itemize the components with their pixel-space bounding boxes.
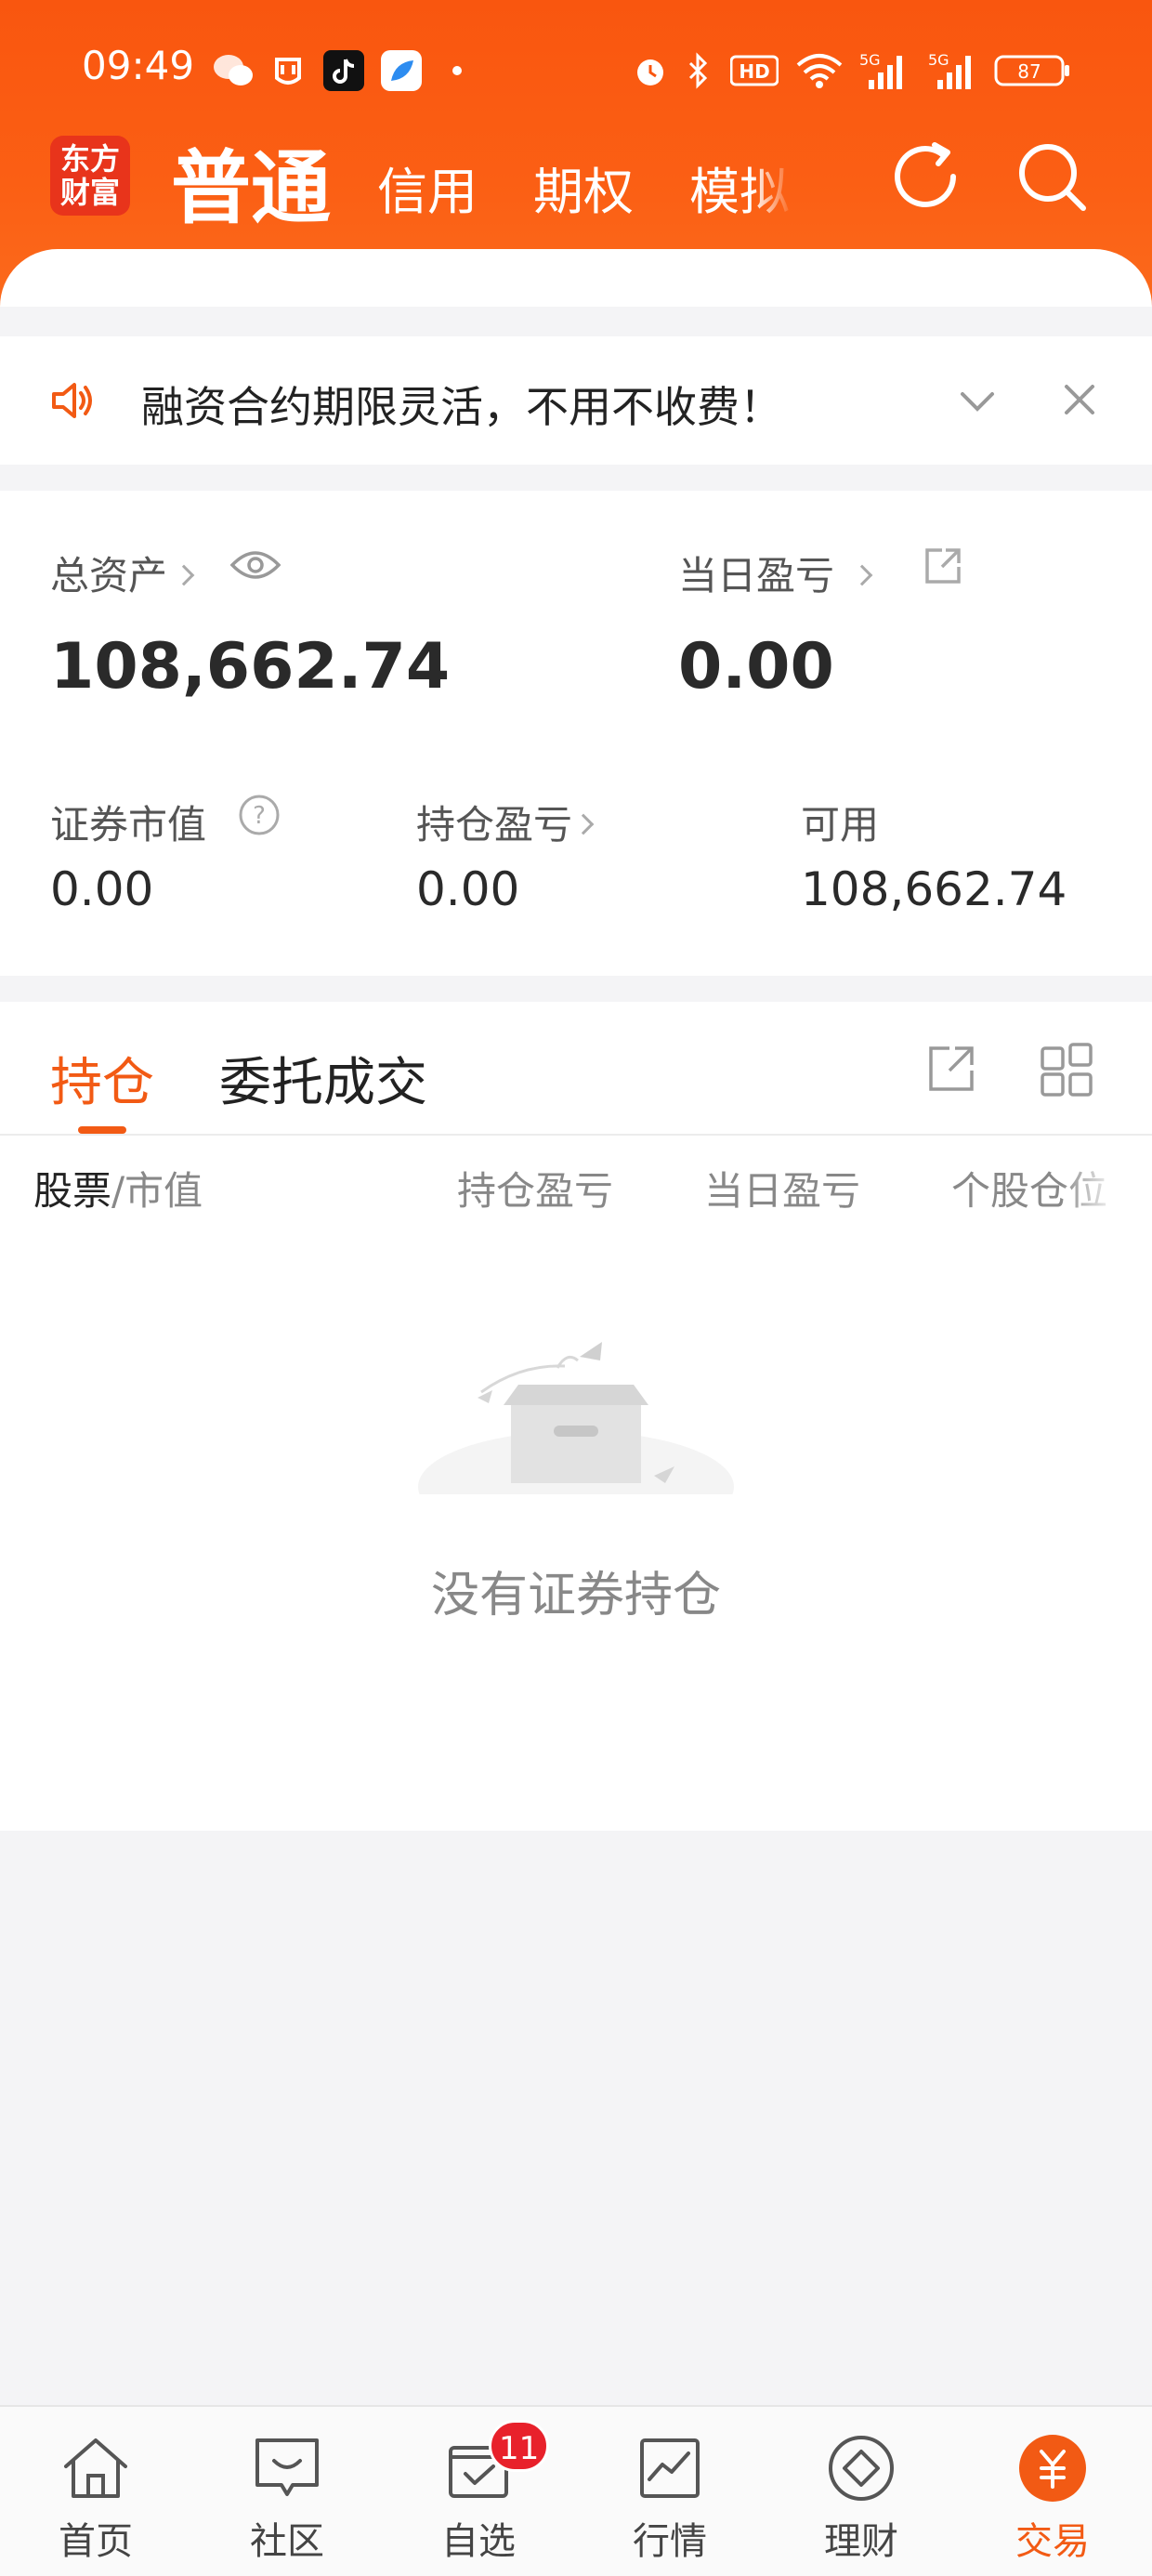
nav-item-home[interactable]: 首页 (0, 2407, 191, 2576)
account-type-nav: 东方 财富 普通 信用 期权 模拟 (0, 130, 1152, 235)
daily-pl-label-text: 当日盈亏 (678, 553, 835, 598)
chart-icon (633, 2431, 707, 2505)
eye-icon[interactable] (229, 546, 282, 587)
market-value-label: 证券市值 (50, 802, 207, 848)
available-value: 108,662.74 (801, 862, 1067, 916)
nav-label-market: 行情 (633, 2520, 707, 2563)
watchlist-badge: 11 (489, 2420, 550, 2472)
tab-positions[interactable]: 持仓 (50, 1041, 154, 1116)
position-pl-value: 0.00 (416, 862, 520, 916)
nav-item-watchlist[interactable]: 11 自选 (383, 2407, 574, 2576)
battery-level: 87 (1017, 60, 1041, 83)
nav-label-community: 社区 (250, 2520, 324, 2563)
tab-simulation[interactable]: 模拟 (689, 151, 793, 224)
market-value: 0.00 (50, 862, 154, 916)
home-icon (59, 2431, 133, 2505)
nav-item-community[interactable]: 社区 (191, 2407, 383, 2576)
logo-line-2: 财富 (59, 175, 120, 210)
asset-summary-card: 总资产 108,662.74 当日盈亏 0.00 证券市值 ? 0.00 持仓盈… (0, 491, 1152, 976)
daily-pl-value: 0.00 (678, 630, 834, 703)
total-assets-value: 108,662.74 (50, 630, 451, 703)
alarm-icon (630, 50, 671, 91)
nav-label-watchlist: 自选 (441, 2520, 516, 2563)
chevron-down-icon[interactable] (957, 383, 998, 424)
column-header-stock: 股票/市值 (33, 1160, 203, 1216)
notice-text[interactable]: 融资合约期限灵活，不用不收费！ (141, 374, 782, 435)
share-icon[interactable] (922, 545, 964, 591)
column-header-position-pct[interactable]: 个股仓位 (951, 1160, 1119, 1216)
empty-box-illustration (409, 1327, 743, 1543)
available-label: 可用 (801, 802, 880, 848)
app-logo: 东方 财富 (50, 136, 130, 216)
search-icon[interactable] (1015, 139, 1091, 216)
tab-normal[interactable]: 普通 (171, 123, 331, 239)
refresh-icon[interactable] (888, 139, 964, 216)
app-icon (381, 50, 422, 91)
close-icon[interactable] (1061, 381, 1098, 422)
chevron-right-icon (851, 564, 873, 585)
daily-pl-label[interactable]: 当日盈亏 (678, 545, 873, 601)
signal-5g-icon: 5G (925, 50, 979, 91)
chevron-right-icon (572, 813, 595, 835)
trade-icon (1015, 2431, 1090, 2505)
tiktok-icon (323, 50, 364, 91)
position-pl-label-text: 持仓盈亏 (416, 802, 573, 848)
nav-label-home: 首页 (59, 2520, 133, 2563)
grid-menu-icon[interactable] (1039, 1043, 1094, 1102)
active-tab-indicator (78, 1126, 126, 1134)
status-time: 09:49 (82, 43, 195, 88)
help-icon[interactable]: ? (238, 794, 281, 840)
nav-item-market[interactable]: 行情 (574, 2407, 766, 2576)
app-header: 09:49 HD 5G 5G 87 东方 财富 普通 信用 期权 模拟 (0, 0, 1152, 307)
battery-icon: 87 (994, 50, 1070, 91)
logo-line-1: 东方 (59, 141, 120, 177)
holdings-panel: 持仓 委托成交 股票/市值 持仓盈亏 当日盈亏 个股仓位 没有证券持仓 (0, 1002, 1152, 1831)
promo-notice-bar[interactable]: 融资合约期限灵活，不用不收费！ (0, 336, 1152, 465)
hd-icon: HD (728, 50, 780, 91)
svg-text:?: ? (253, 802, 266, 830)
column-stock-text: 股票 (33, 1168, 112, 1214)
column-market-value-text: /市值 (111, 1168, 203, 1214)
notification-icon (269, 50, 307, 91)
chevron-right-icon (173, 564, 195, 585)
header-curve (0, 249, 1152, 307)
svg-text:5G: 5G (928, 51, 949, 69)
column-header-daily-pl[interactable]: 当日盈亏 (704, 1160, 860, 1216)
svg-text:5G: 5G (859, 51, 881, 69)
wechat-icon (210, 50, 256, 91)
nav-item-wealth[interactable]: 理财 (766, 2407, 957, 2576)
export-icon[interactable] (923, 1041, 979, 1100)
total-assets-label-text: 总资产 (50, 553, 168, 598)
bottom-tab-bar: 首页 社区 11 自选 行情 理财 交易 (0, 2405, 1152, 2576)
total-assets-label[interactable]: 总资产 (50, 545, 195, 601)
tab-credit[interactable]: 信用 (377, 151, 478, 224)
chat-icon (250, 2431, 324, 2505)
bluetooth-icon (684, 50, 712, 91)
diamond-icon (824, 2431, 898, 2505)
more-dot-icon (450, 50, 465, 91)
signal-5g-icon: 5G (857, 50, 910, 91)
svg-text:HD: HD (739, 60, 769, 83)
tab-orders-trades[interactable]: 委托成交 (219, 1041, 427, 1116)
speaker-icon (48, 377, 95, 427)
empty-state-text: 没有证券持仓 (430, 1568, 721, 1623)
column-header-position-pl[interactable]: 持仓盈亏 (457, 1160, 613, 1216)
nav-label-trade: 交易 (1015, 2520, 1090, 2563)
nav-label-wealth: 理财 (824, 2520, 898, 2563)
tab-options[interactable]: 期权 (533, 151, 634, 224)
position-pl-label[interactable]: 持仓盈亏 (416, 794, 595, 850)
wifi-icon (793, 50, 845, 91)
status-bar: 09:49 HD 5G 5G 87 (0, 37, 1152, 102)
divider (0, 1134, 1152, 1136)
nav-item-trade[interactable]: 交易 (957, 2407, 1148, 2576)
